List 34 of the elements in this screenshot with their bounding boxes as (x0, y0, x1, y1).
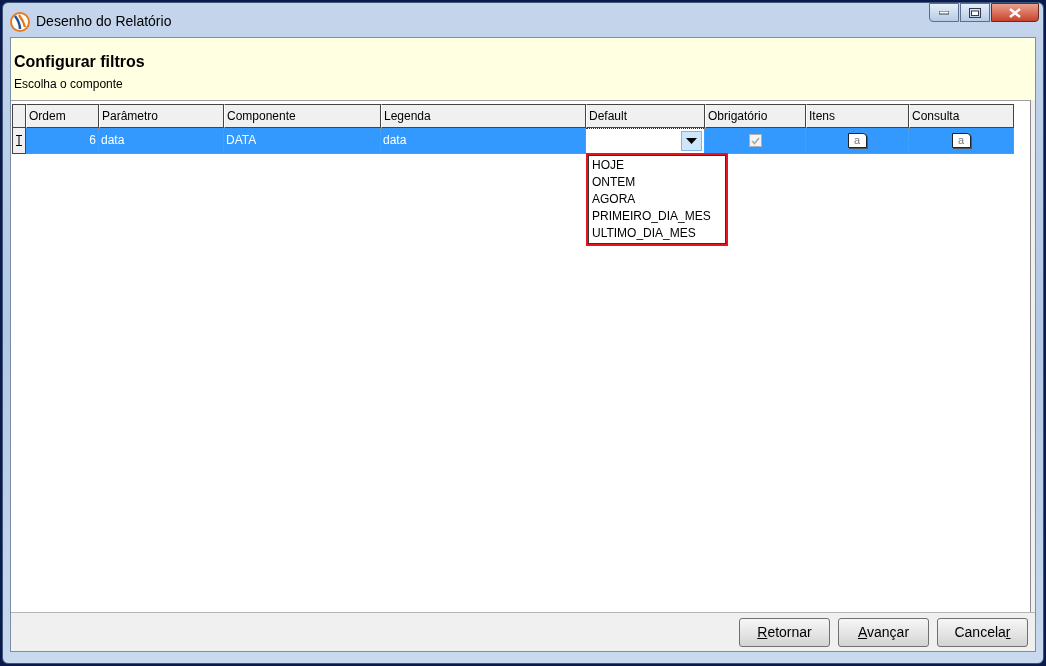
column-header[interactable]: Default (586, 104, 705, 128)
column-header[interactable]: Itens (806, 104, 909, 128)
caret-icon (686, 138, 697, 144)
window-title: Desenho do Relatório (36, 12, 172, 31)
header-subtitle: Escolha o componte (14, 76, 124, 92)
table-cell: data (99, 128, 224, 154)
dropdown-option[interactable]: ULTIMO_DIA_MES (589, 225, 725, 242)
document-button[interactable]: a (951, 133, 971, 148)
dialog-button[interactable]: Retornar (739, 617, 830, 647)
column-header[interactable]: Parâmetro (99, 104, 224, 128)
maximize-icon (969, 7, 981, 18)
document-button[interactable]: a (847, 133, 867, 148)
dropdown-option[interactable]: HOJE (589, 157, 725, 174)
column-header[interactable]: Componente (224, 104, 381, 128)
column-header[interactable]: Obrigatório (705, 104, 806, 128)
table-cell: 6 (26, 128, 99, 154)
maximize-button[interactable] (960, 3, 990, 22)
dropdown-option[interactable]: AGORA (589, 191, 725, 208)
header-title: Configurar filtros (14, 52, 146, 72)
default-dropdown[interactable] (586, 128, 704, 153)
column-header[interactable]: Ordem (26, 104, 99, 128)
column-header[interactable]: Legenda (381, 104, 586, 128)
dialog-button[interactable]: Cancelar (937, 617, 1028, 647)
checkmark-icon (750, 136, 760, 145)
table-cell: DATA (224, 128, 381, 154)
dropdown-option[interactable]: PRIMEIRO_DIA_MES (589, 208, 725, 225)
dialog-button[interactable]: Avançar (838, 617, 929, 647)
close-button[interactable] (991, 3, 1039, 22)
column-header[interactable]: Consulta (909, 104, 1014, 128)
app-logo-icon (10, 11, 30, 32)
dropdown-option[interactable]: ONTEM (589, 174, 725, 191)
minimize-button[interactable] (929, 3, 959, 22)
minimize-icon (939, 10, 949, 15)
close-icon (1009, 7, 1021, 18)
